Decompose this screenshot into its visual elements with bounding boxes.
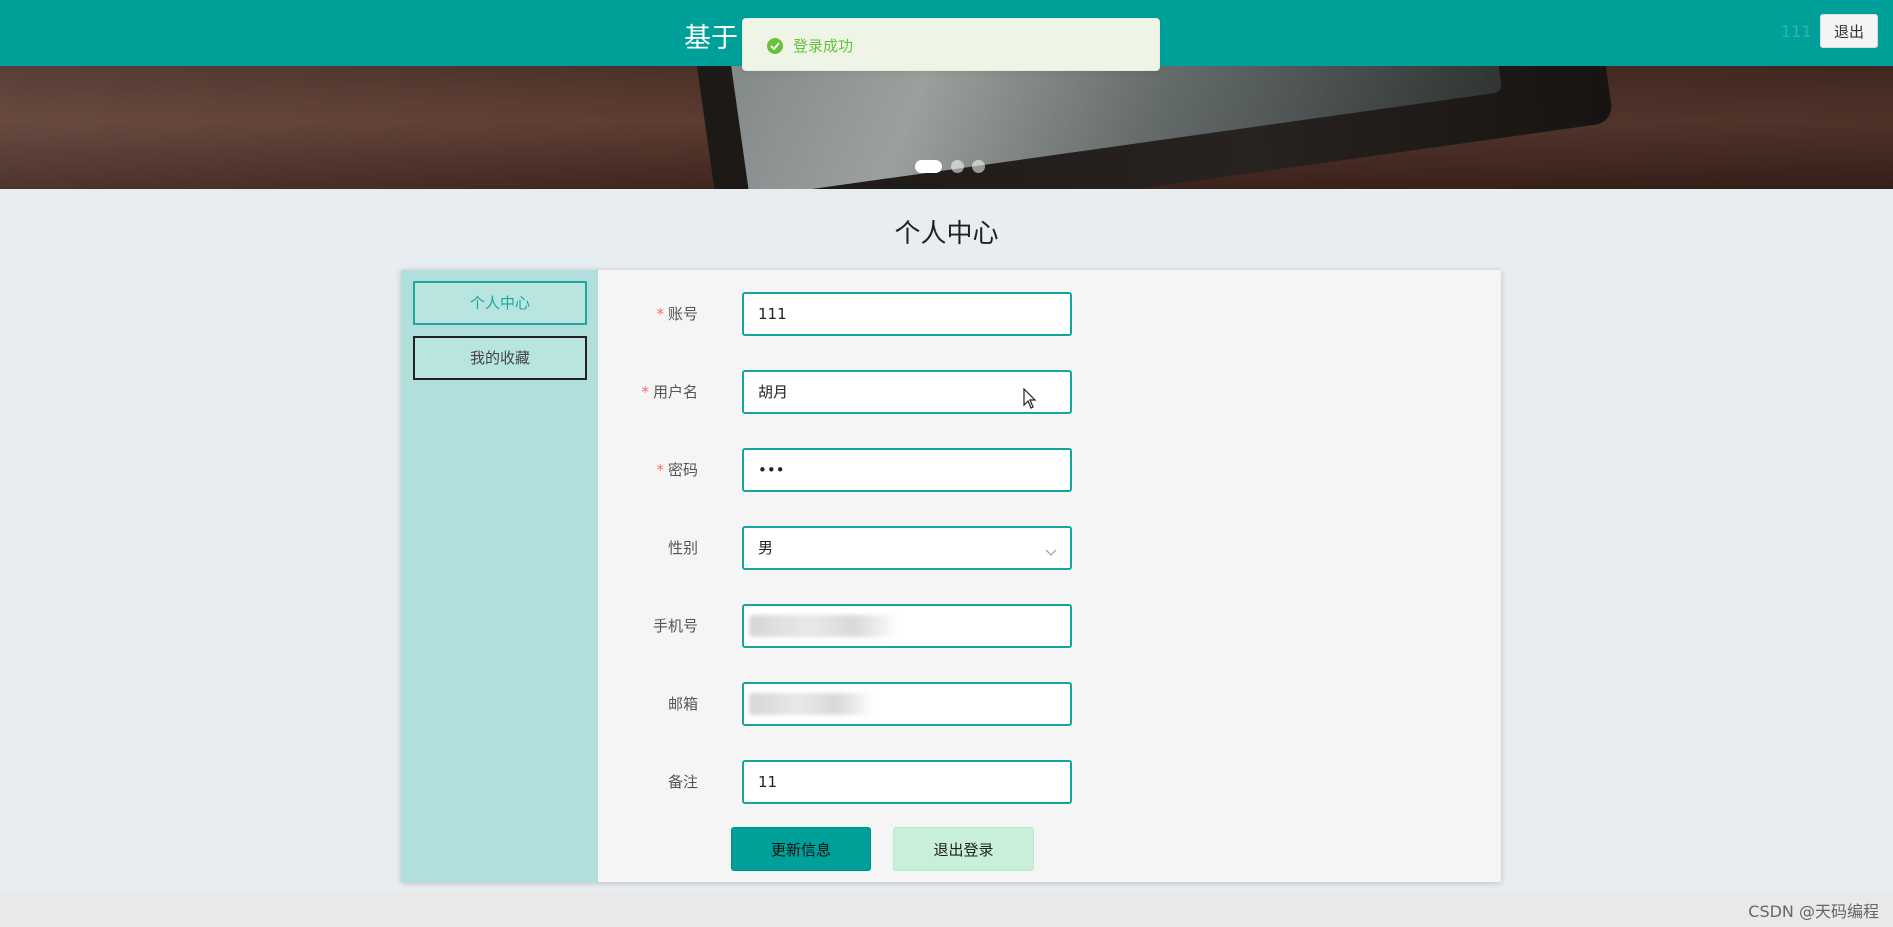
account-input[interactable]: 111 (742, 292, 1072, 336)
success-toast: 登录成功 (742, 18, 1160, 71)
required-mark: * (656, 461, 664, 479)
redacted-blur (749, 615, 899, 637)
footer (0, 893, 1893, 927)
sidebar-item-profile[interactable]: 个人中心 (413, 281, 587, 325)
banner-carousel (0, 66, 1893, 189)
site-title: 基于 (684, 23, 738, 54)
username-label: 111 (1781, 22, 1812, 41)
toast-message: 登录成功 (793, 37, 854, 55)
chevron-down-icon (1044, 537, 1058, 577)
carousel-dot-1[interactable] (915, 160, 942, 173)
carousel-dot-3[interactable] (972, 160, 985, 173)
email-input[interactable] (742, 682, 1072, 726)
required-mark: * (641, 383, 649, 401)
logout-account-button[interactable]: 退出登录 (893, 827, 1034, 871)
update-info-button[interactable]: 更新信息 (731, 827, 871, 871)
phone-label: 手机号 (652, 617, 698, 635)
gender-label: 性别 (667, 539, 698, 557)
carousel-dot-2[interactable] (951, 160, 964, 173)
sidebar-item-favorites[interactable]: 我的收藏 (413, 336, 587, 380)
profile-card: 个人中心 我的收藏 * 账号 111 * 用户名 胡月 * 密码 ••• 性别 男 手… (401, 270, 1501, 882)
remark-label: 备注 (667, 773, 698, 791)
account-label: * 账号 (656, 305, 698, 323)
redacted-blur (749, 693, 874, 715)
password-input[interactable]: ••• (742, 448, 1072, 492)
logout-button[interactable]: 退出 (1820, 14, 1878, 48)
remark-input[interactable]: 11 (742, 760, 1072, 804)
check-circle-icon (767, 38, 783, 54)
gender-select-value: 男 (758, 539, 774, 557)
required-mark: * (656, 305, 664, 323)
watermark: CSDN @天码编程 (1748, 902, 1879, 921)
banner-shade (0, 66, 1893, 189)
phone-input[interactable] (742, 604, 1072, 648)
page-title: 个人中心 (894, 219, 999, 249)
email-label: 邮箱 (667, 695, 698, 713)
password-label: * 密码 (656, 461, 698, 479)
mouse-cursor-icon (1023, 387, 1037, 414)
username-field-label: * 用户名 (641, 383, 698, 401)
gender-select[interactable]: 男 (742, 526, 1072, 570)
